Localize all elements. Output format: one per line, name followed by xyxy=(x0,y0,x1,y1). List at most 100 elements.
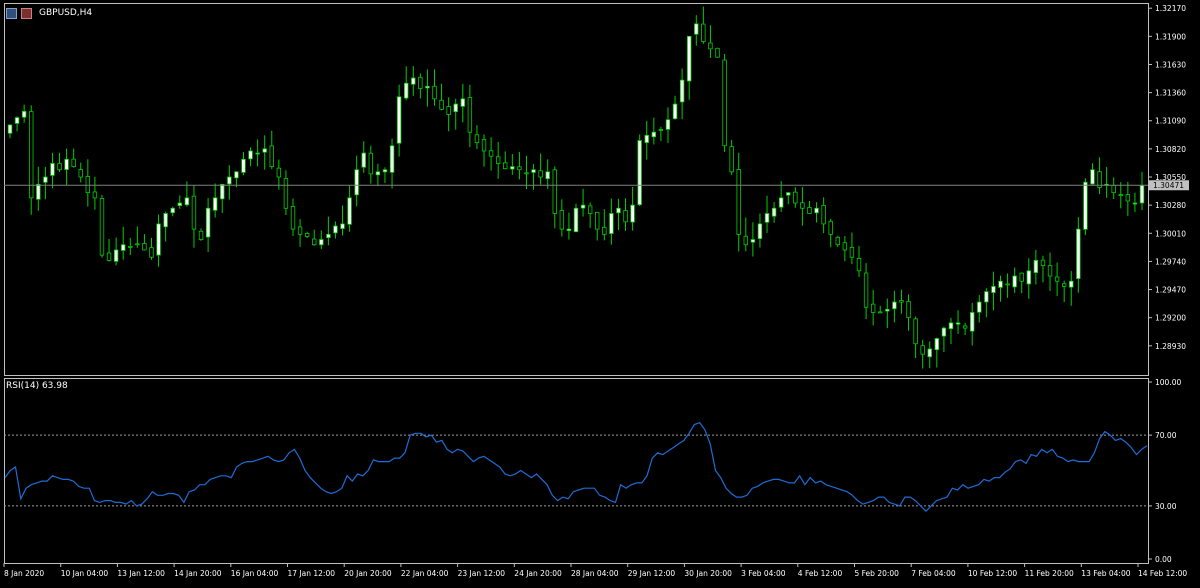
candle-body xyxy=(85,176,91,194)
candle-body xyxy=(955,322,961,325)
x-tick-label: 16 Jan 04:00 xyxy=(231,569,279,578)
price-tick-label: 1.29470 xyxy=(1155,286,1186,295)
candle-body xyxy=(121,244,126,251)
x-tick-label: 30 Jan 20:00 xyxy=(684,569,732,578)
candle-body xyxy=(446,106,451,115)
candle-body xyxy=(863,272,869,308)
candle-body xyxy=(1061,283,1067,287)
candle-body xyxy=(382,169,388,173)
candle-body xyxy=(708,42,713,50)
price-tick-label: 1.30280 xyxy=(1155,201,1186,210)
price-tick-label: 1.30010 xyxy=(1155,229,1186,238)
candle-body xyxy=(870,303,876,313)
candle-body xyxy=(913,318,918,345)
candle-body xyxy=(1118,194,1123,196)
current-price-label: 1.30471 xyxy=(1153,181,1184,190)
candle-body xyxy=(354,169,359,196)
price-panel-frame xyxy=(4,3,1149,376)
candle-body xyxy=(467,97,473,133)
price-tick-label: 1.31360 xyxy=(1155,89,1186,98)
rsi-series-line xyxy=(4,421,1148,513)
candle-body xyxy=(885,308,890,312)
symbol-flag-icon xyxy=(21,7,32,19)
x-tick-label: 11 Feb 20:00 xyxy=(1025,569,1074,578)
candle-body xyxy=(495,156,501,164)
chart-title: GBPUSD,H4 xyxy=(39,8,93,18)
candle-body xyxy=(503,162,508,170)
candle-body xyxy=(14,117,20,124)
x-tick-label: 3 Feb 04:00 xyxy=(741,569,786,578)
rsi-tick-label: 0.00 xyxy=(1155,555,1172,564)
candle-body xyxy=(679,79,685,103)
candle-body xyxy=(927,348,932,358)
candle-body xyxy=(1026,270,1031,285)
x-tick-label: 10 Feb 12:00 xyxy=(968,569,1017,578)
candle-body xyxy=(991,286,996,293)
candle-body xyxy=(205,207,211,238)
candle-body xyxy=(425,85,430,89)
candle-body xyxy=(312,238,317,246)
candle-body xyxy=(460,98,465,107)
rsi-indicator-label: RSI(14) 63.98 xyxy=(6,381,68,391)
candle-body xyxy=(962,325,968,329)
x-tick-label: 23 Jan 12:00 xyxy=(458,569,506,578)
x-tick-label: 17 Jan 12:00 xyxy=(288,569,336,578)
candle-body xyxy=(255,152,260,155)
price-tick-label: 1.31090 xyxy=(1155,117,1186,126)
candle-body xyxy=(609,213,614,234)
x-tick-label: 28 Jan 04:00 xyxy=(571,569,619,578)
candle-body xyxy=(970,312,975,332)
candle-body xyxy=(1047,265,1053,277)
x-tick-label: 14 Jan 20:00 xyxy=(174,569,222,578)
x-tick-label: 5 Feb 20:00 xyxy=(855,569,900,578)
candle-body xyxy=(262,148,267,153)
candle-body xyxy=(778,197,784,208)
candle-body xyxy=(984,291,989,303)
candle-body xyxy=(92,191,98,199)
candle-body xyxy=(1069,280,1074,288)
candle-body xyxy=(361,152,366,168)
candle-body xyxy=(729,146,734,173)
price-tick-label: 1.28930 xyxy=(1155,342,1186,351)
candle-body xyxy=(234,171,239,179)
candle-body xyxy=(1012,275,1017,288)
candle-body xyxy=(637,140,642,206)
candle-body xyxy=(800,202,805,209)
candle-body xyxy=(899,300,904,303)
candle-body xyxy=(920,345,925,355)
x-tick-label: 7 Feb 04:00 xyxy=(911,569,956,578)
candle-body xyxy=(403,82,409,99)
candle-body xyxy=(64,158,69,170)
candle-body xyxy=(269,145,274,167)
price-tick-label: 1.31900 xyxy=(1155,32,1186,41)
candle-body xyxy=(807,207,812,214)
candle-body xyxy=(1033,259,1039,273)
candle-body xyxy=(842,242,848,251)
candle-body xyxy=(1132,202,1138,205)
chart-area[interactable]: 1.32170 1.31900 1.31630 1.31360 1.31090 1.308… xyxy=(0,0,1200,584)
rsi-tick-label: 100.00 xyxy=(1155,378,1181,387)
candle-body xyxy=(163,213,168,228)
candle-body xyxy=(290,206,296,230)
rsi-panel-frame xyxy=(4,378,1149,564)
candle-body xyxy=(672,103,678,120)
candle-body xyxy=(149,247,154,258)
candle-body xyxy=(128,245,133,248)
candle-body xyxy=(170,207,175,214)
candle-body xyxy=(764,213,770,223)
candle-body xyxy=(651,131,657,138)
candle-body xyxy=(276,167,282,178)
candle-body xyxy=(220,183,225,200)
x-tick-label: 29 Jan 12:00 xyxy=(628,569,676,578)
candle-body xyxy=(227,176,232,185)
candle-body xyxy=(602,227,607,235)
rsi-tick-label: 30.00 xyxy=(1155,502,1177,511)
price-tick-label: 1.29200 xyxy=(1155,314,1186,323)
candle-body xyxy=(333,225,338,234)
price-tick-label: 1.30820 xyxy=(1155,145,1186,154)
candle-body xyxy=(326,233,331,239)
candle-body xyxy=(248,150,253,160)
chart-window-icon xyxy=(6,7,17,19)
candle-body xyxy=(340,223,345,229)
candle-body xyxy=(78,169,83,178)
